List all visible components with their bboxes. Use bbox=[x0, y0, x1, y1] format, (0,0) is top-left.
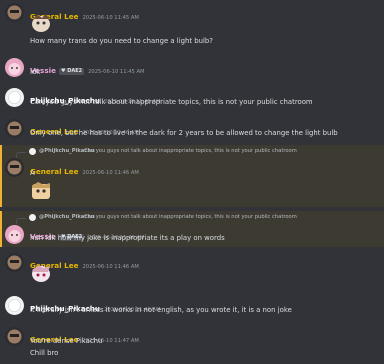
author-name[interactable]: General Lee bbox=[30, 167, 78, 176]
user-avatar[interactable] bbox=[5, 3, 24, 22]
message-text: A bbox=[30, 169, 35, 177]
server-tag[interactable]: ♥ DAE2 bbox=[58, 68, 85, 75]
message-text: huh idk how my joke is inappropriate its… bbox=[30, 234, 225, 242]
chat-message: General Lee 2025-06-10 11:45 AM How many … bbox=[0, 0, 384, 50]
user-avatar[interactable] bbox=[5, 158, 24, 177]
message-text: How many trans do you need to change a l… bbox=[30, 37, 213, 45]
chat-message: General Lee 2025-06-10 11:47 AM You're de… bbox=[0, 324, 384, 364]
chat-message-mention: @Phijkchu_Pikachu Can you guys not talk … bbox=[0, 145, 384, 207]
timestamp: 2025-06-10 11:45 AM bbox=[82, 15, 139, 21]
user-avatar[interactable] bbox=[5, 253, 24, 272]
timestamp: 2025-06-10 11:46 AM bbox=[82, 170, 139, 176]
sticker bbox=[32, 265, 50, 282]
chat-message-mention: @Phijkchu_Pikachu Can you guys not talk … bbox=[0, 211, 384, 247]
timestamp: 2025-06-10 11:46 AM bbox=[82, 264, 139, 270]
chat-message: General Lee 2025-06-10 11:46 AM Only one,… bbox=[0, 116, 384, 146]
message-text: idk bbox=[30, 68, 41, 76]
reply-text: Can you guys not talk about inappropriat… bbox=[84, 214, 297, 220]
user-avatar[interactable] bbox=[5, 119, 24, 138]
chat-message: General Lee 2025-06-10 11:46 AM bbox=[0, 250, 384, 294]
reply-text: Can you guys not talk about inappropriat… bbox=[84, 148, 297, 154]
timestamp: 2025-06-10 11:45 AM bbox=[88, 69, 145, 75]
reply-spine bbox=[16, 218, 26, 224]
sticker bbox=[32, 182, 50, 199]
sticker bbox=[32, 14, 50, 32]
user-avatar[interactable] bbox=[5, 327, 24, 346]
chat-message: Phijkchu_Pikachu 2025-06-10 11:45 AM Can … bbox=[0, 85, 384, 115]
message-text: Chill bro bbox=[30, 349, 59, 357]
chat-message: Phijkchu_Pikachu 2025-06-10 11:46 AM It l… bbox=[0, 293, 384, 323]
message-text: You're dense Pikachu bbox=[30, 337, 103, 345]
user-avatar[interactable] bbox=[5, 88, 24, 107]
reply-avatar bbox=[29, 214, 36, 221]
chat-message: Vessie ♥ DAE2 2025-06-10 11:45 AM idk bbox=[0, 55, 384, 83]
message-text: Only one, but he has to live in the dark… bbox=[30, 129, 338, 137]
reply-avatar bbox=[29, 148, 36, 155]
reply-spine bbox=[16, 152, 26, 158]
message-text: Can you guys not talk about inappropriat… bbox=[30, 98, 313, 106]
message-text: It literally isn't unless it works in no… bbox=[30, 306, 292, 314]
chat-log: General Lee 2025-06-10 11:45 AM How many … bbox=[0, 0, 384, 364]
user-avatar[interactable] bbox=[5, 58, 24, 77]
user-avatar[interactable] bbox=[5, 296, 24, 315]
user-avatar[interactable] bbox=[5, 225, 24, 244]
